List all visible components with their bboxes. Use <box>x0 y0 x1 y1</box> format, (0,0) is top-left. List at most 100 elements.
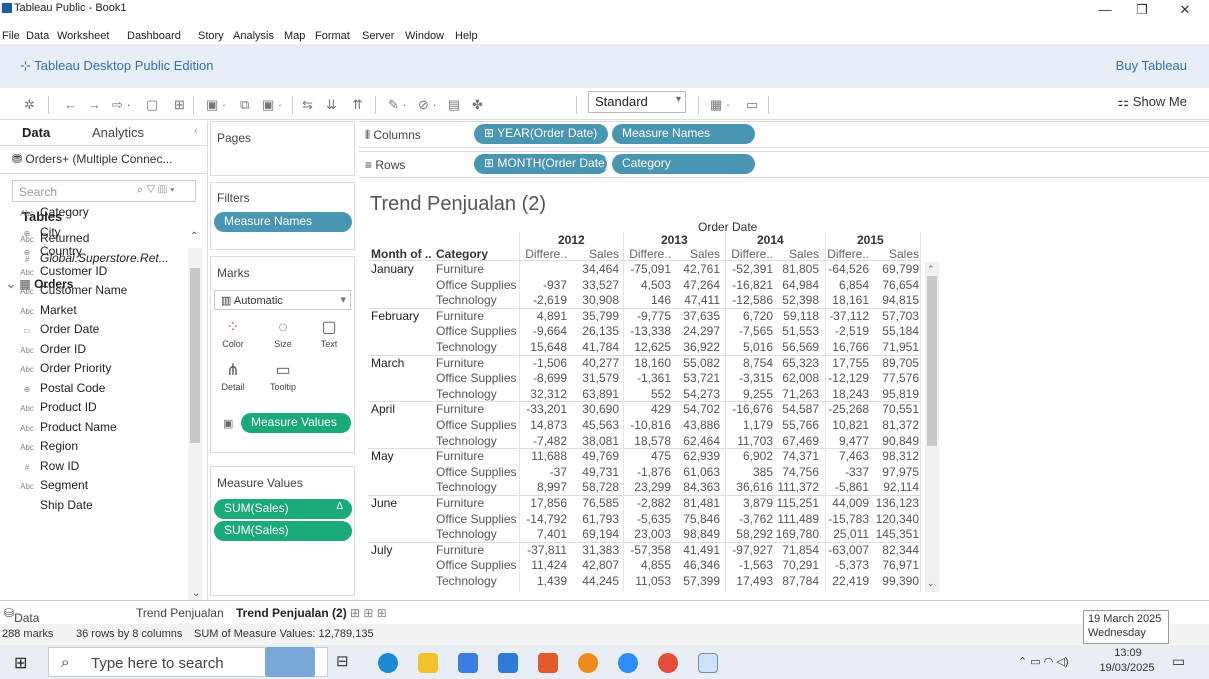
field-search-input[interactable]: Search ⌕ ▽ ▥ ▾ <box>12 180 196 202</box>
chevron-up-icon[interactable]: ⌃ <box>927 264 935 275</box>
new-worksheet-tab-icon[interactable]: ⊞ ⊞ ⊞ <box>350 606 387 620</box>
new-datasource-icon[interactable]: ⊞ <box>174 97 185 113</box>
menu-file[interactable]: File <box>2 30 20 42</box>
labels-icon[interactable]: ▤ <box>448 97 460 113</box>
field-item[interactable]: Abc Customer ID <box>0 264 107 284</box>
highlight-icon[interactable]: ✎ · <box>388 97 407 113</box>
datasource-item[interactable]: ⛃ Orders+ (Multiple Connec... <box>12 152 172 166</box>
notification-icon[interactable]: ▭ <box>1172 653 1185 670</box>
field-item[interactable]: Abc Order Priority <box>0 361 111 381</box>
field-item[interactable]: Abc Region <box>0 439 78 459</box>
pages-card[interactable]: Pages <box>210 121 355 176</box>
chrome-profile-icon[interactable] <box>658 653 678 673</box>
tab-data[interactable]: Data <box>22 125 50 140</box>
field-item[interactable]: Abc Market <box>0 303 77 323</box>
menu-help[interactable]: Help <box>455 30 478 42</box>
clock-time[interactable]: 13:09 <box>1100 647 1156 659</box>
mark-type-select[interactable]: ▥ Automatic ▾ <box>214 290 351 310</box>
zoom-icon[interactable] <box>618 653 638 673</box>
menu-analysis[interactable]: Analysis <box>233 30 274 42</box>
chevron-down-icon[interactable]: ⌄ <box>927 578 935 589</box>
tooltip-button[interactable]: ▭ Tooltip <box>265 360 301 400</box>
fit-select[interactable]: Standard ▾ <box>588 91 686 113</box>
tab-data-source[interactable]: ⛁ Data Source <box>4 606 52 639</box>
menu-data[interactable]: Data <box>26 30 49 42</box>
pin-icon[interactable]: ✤ <box>472 97 483 113</box>
row-pill-category[interactable]: Category <box>612 154 755 174</box>
menu-server[interactable]: Server <box>362 30 394 42</box>
minimize-icon[interactable]: — <box>1090 2 1120 17</box>
show-me-button[interactable]: ⚏ Show Me <box>1118 94 1187 110</box>
color-button[interactable]: ⁘ Color <box>215 317 251 357</box>
tableau-logo-icon[interactable]: ✲ <box>24 97 35 113</box>
close-icon[interactable]: ✕ <box>1170 2 1200 18</box>
col-pill-year[interactable]: ⊞ YEAR(Order Date) <box>474 124 608 144</box>
undo-icon[interactable]: ← <box>64 97 77 112</box>
collapse-pane-icon[interactable]: ‹ <box>194 125 198 137</box>
task-view-icon[interactable]: ⊟ <box>336 652 349 670</box>
mv-sum-sales-1[interactable]: SUM(Sales) Δ <box>214 499 352 519</box>
clear-sheet-icon[interactable]: ▣ · <box>262 97 282 113</box>
sort-descending-icon[interactable]: ⇈ <box>352 97 363 113</box>
detail-button[interactable]: ⋔ Detail <box>215 360 251 400</box>
replay-icon[interactable]: ⇨ · <box>112 97 131 113</box>
field-item[interactable]: Abc Segment <box>0 478 88 498</box>
view-scrollbar[interactable] <box>925 262 939 592</box>
duplicate-sheet-icon[interactable]: ⧉ <box>240 97 249 113</box>
edge-icon[interactable] <box>378 653 398 673</box>
field-item[interactable]: Abc Product Name <box>0 420 117 440</box>
system-tray-icons[interactable]: ⌃ ▭ ◠ ◁) <box>1018 655 1069 668</box>
col-pill-measure-names[interactable]: Measure Names <box>612 124 755 144</box>
restore-icon[interactable]: ❐ <box>1127 2 1157 18</box>
row-pill-month[interactable]: ⊞ MONTH(Order Date) <box>474 154 609 174</box>
field-item[interactable]: Ship Date <box>0 498 93 518</box>
sort-ascending-icon[interactable]: ⇊ <box>326 97 337 113</box>
field-item[interactable]: ▭ Order Date <box>0 322 99 342</box>
new-worksheet-icon[interactable]: ▣ · <box>206 97 226 113</box>
field-item[interactable]: ⊕ City <box>0 225 61 245</box>
menu-dashboard[interactable]: Dashboard <box>127 30 181 42</box>
size-button[interactable]: ◌ Size <box>265 317 301 357</box>
menu-map[interactable]: Map <box>284 30 305 42</box>
tableau-public-icon[interactable] <box>698 653 718 673</box>
rows-shelf[interactable]: ≡ Rows ⊞ MONTH(Order Date) Category <box>359 151 1209 178</box>
presentation-icon[interactable]: ▭ <box>746 97 758 113</box>
save-icon[interactable]: ▢ <box>146 97 158 113</box>
clock-date[interactable]: 19/03/2025 <box>1094 662 1160 674</box>
tab-trend-penjualan-2[interactable]: Trend Penjualan (2) <box>236 606 347 620</box>
field-item[interactable]: Abc Product ID <box>0 400 97 420</box>
tableau-taskbar-icon[interactable] <box>538 653 558 673</box>
cloud-icon[interactable] <box>498 653 518 673</box>
group-icon[interactable]: ⊘ · <box>418 97 437 113</box>
tab-trend-penjualan[interactable]: Trend Penjualan <box>136 606 224 620</box>
search-icon[interactable]: ⌕ ▽ ▥ ▾ <box>137 184 175 197</box>
measure-values-pill[interactable]: Measure Values <box>241 413 351 433</box>
redo-icon[interactable]: → <box>88 97 101 112</box>
menu-format[interactable]: Format <box>315 30 350 42</box>
buy-tableau-link[interactable]: Buy Tableau <box>1116 58 1187 73</box>
field-item[interactable]: # Row ID <box>0 459 80 479</box>
chevron-up-icon[interactable]: ⌃ <box>190 231 198 242</box>
field-item[interactable]: Abc Category <box>0 205 89 225</box>
field-list-scrollbar[interactable] <box>188 248 202 603</box>
menu-window[interactable]: Window <box>405 30 444 42</box>
swap-icon[interactable]: ⇆ <box>302 97 313 113</box>
file-explorer-icon[interactable] <box>418 653 438 673</box>
field-item[interactable]: Abc Customer Name <box>0 283 127 303</box>
filter-pill-measure-names[interactable]: Measure Names <box>214 212 352 232</box>
store-icon[interactable] <box>458 653 478 673</box>
field-item[interactable]: ⊕ Country <box>0 244 82 264</box>
tab-analytics[interactable]: Analytics <box>92 125 144 140</box>
filters-card[interactable]: Filters Measure Names <box>210 182 355 250</box>
chrome-icon[interactable] <box>578 653 598 673</box>
chevron-down-icon[interactable]: ⌄ <box>192 588 200 599</box>
cards-icon[interactable]: ▦ · <box>710 97 730 113</box>
mv-sum-sales-2[interactable]: SUM(Sales) <box>214 521 352 541</box>
menu-story[interactable]: Story <box>198 30 224 42</box>
field-item[interactable]: Abc Order ID <box>0 342 86 362</box>
menu-worksheet[interactable]: Worksheet <box>57 30 109 42</box>
field-item[interactable]: ⊕ Postal Code <box>0 381 106 401</box>
text-button[interactable]: ▢ Text <box>311 317 347 357</box>
columns-shelf[interactable]: ⫴ Columns ⊞ YEAR(Order Date) Measure Nam… <box>359 121 1209 148</box>
windows-start-icon[interactable]: ⊞ <box>14 653 27 673</box>
